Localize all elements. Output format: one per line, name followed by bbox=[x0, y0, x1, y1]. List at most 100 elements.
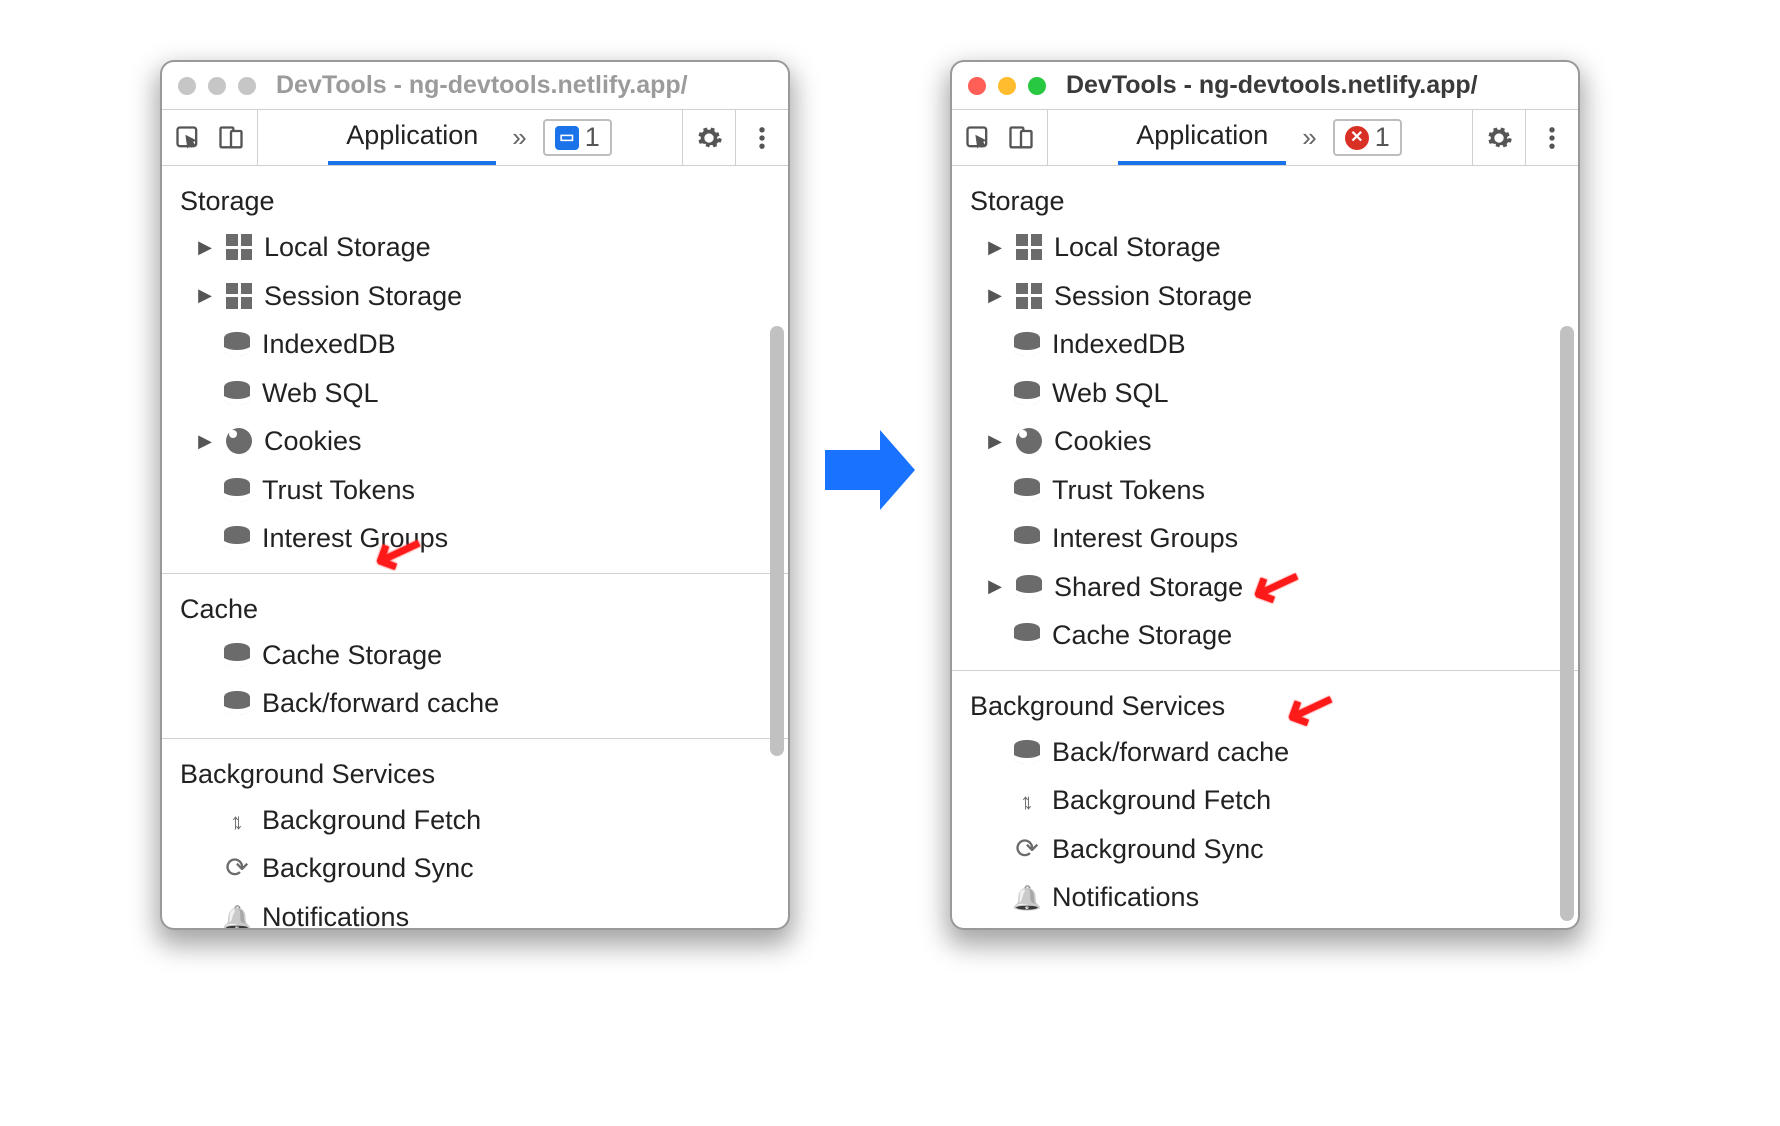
tree-item[interactable]: Notifications bbox=[162, 893, 788, 929]
section-header[interactable]: Background Services bbox=[162, 749, 788, 796]
tab-application[interactable]: Application bbox=[328, 110, 496, 165]
disclosure-triangle-icon[interactable]: ▶ bbox=[986, 234, 1004, 261]
cookie-icon bbox=[1016, 428, 1042, 454]
tree-item[interactable]: IndexedDB bbox=[162, 320, 788, 369]
tree-item[interactable]: Background Fetch bbox=[162, 796, 788, 845]
grid-icon bbox=[226, 283, 252, 309]
inspect-icon[interactable] bbox=[964, 124, 992, 152]
tree-item[interactable]: Web SQL bbox=[162, 369, 788, 418]
tree-item-label: Back/forward cache bbox=[1052, 732, 1289, 773]
sync-icon bbox=[225, 847, 248, 889]
tree-item-label: Session Storage bbox=[1054, 276, 1252, 317]
tree-item[interactable]: ▶Local Storage bbox=[952, 223, 1578, 272]
tree-item-label: Interest Groups bbox=[262, 518, 448, 559]
tree-item[interactable]: ▶ Local Storage bbox=[162, 223, 788, 272]
database-icon bbox=[1014, 526, 1040, 550]
tree-item[interactable]: Interest Groups bbox=[162, 514, 788, 563]
message-icon: ▭ bbox=[555, 126, 579, 150]
divider bbox=[162, 738, 788, 739]
traffic-lights[interactable] bbox=[968, 77, 1046, 95]
tree-item-label: Web SQL bbox=[1052, 373, 1169, 414]
tree-item[interactable]: ▶ Session Storage bbox=[952, 272, 1578, 321]
tree-item-label: Interest Groups bbox=[1052, 518, 1238, 559]
kebab-menu-icon[interactable] bbox=[748, 124, 776, 152]
messages-badge[interactable]: ▭ 1 bbox=[543, 119, 612, 156]
tree-item[interactable]: Background Sync bbox=[162, 844, 788, 893]
tree-item-label: Payment Handler bbox=[1052, 926, 1261, 929]
tree-item-label: IndexedDB bbox=[262, 324, 396, 365]
tree-item[interactable]: Cache Storage bbox=[162, 631, 788, 680]
application-tree[interactable]: Storage▶Local Storage▶Session StorageInd… bbox=[952, 166, 1578, 928]
tree-item-label: Background Sync bbox=[1052, 829, 1264, 870]
minimize-dot[interactable] bbox=[208, 77, 226, 95]
section-header[interactable]: Storage bbox=[162, 176, 788, 223]
scrollbar-thumb[interactable] bbox=[770, 326, 784, 756]
cookie-icon bbox=[226, 428, 252, 454]
section-header[interactable]: Storage bbox=[952, 176, 1578, 223]
tree-item-label: Trust Tokens bbox=[1052, 470, 1205, 511]
updown-arrows-icon bbox=[230, 800, 244, 841]
tree-item[interactable]: ▶Cookies bbox=[162, 417, 788, 466]
application-tree[interactable]: Storage ▶ Local Storage▶Session StorageInd… bbox=[162, 166, 788, 928]
tree-item-label: Cache Storage bbox=[1052, 615, 1232, 656]
tree-item[interactable]: Back/forward cache bbox=[162, 679, 788, 728]
tree-item[interactable]: Trust Tokens bbox=[162, 466, 788, 515]
tree-item[interactable]: Payment Handler bbox=[952, 922, 1578, 929]
close-dot[interactable] bbox=[178, 77, 196, 95]
tree-item-label: Shared Storage bbox=[1054, 567, 1243, 608]
tree-item[interactable]: IndexedDB bbox=[952, 320, 1578, 369]
disclosure-triangle-icon[interactable]: ▶ bbox=[986, 282, 1004, 309]
disclosure-triangle-icon[interactable]: ▶ bbox=[196, 428, 214, 455]
disclosure-triangle-icon[interactable]: ▶ bbox=[986, 428, 1004, 455]
inspect-icon[interactable] bbox=[174, 124, 202, 152]
tree-item-label: IndexedDB bbox=[1052, 324, 1186, 365]
tree-item[interactable]: Back/forward cache bbox=[952, 728, 1578, 777]
titlebar[interactable]: DevTools - ng-devtools.netlify.app/ bbox=[952, 62, 1578, 110]
tree-item[interactable]: ▶ Shared Storage bbox=[952, 563, 1578, 612]
minimize-dot[interactable] bbox=[998, 77, 1016, 95]
tree-item[interactable]: Background Fetch bbox=[952, 776, 1578, 825]
badge-count: 1 bbox=[585, 122, 600, 153]
tree-item[interactable]: Web SQL bbox=[952, 369, 1578, 418]
grid-icon bbox=[1016, 283, 1042, 309]
close-dot[interactable] bbox=[968, 77, 986, 95]
database-icon bbox=[1014, 623, 1040, 647]
tree-item[interactable]: ▶Cookies bbox=[952, 417, 1578, 466]
database-icon bbox=[224, 381, 250, 405]
section-header[interactable]: Cache bbox=[162, 584, 788, 631]
more-tabs-chevron-icon[interactable]: » bbox=[1302, 122, 1316, 153]
zoom-dot[interactable] bbox=[1028, 77, 1046, 95]
database-icon bbox=[1014, 740, 1040, 764]
section-header[interactable]: Background Services bbox=[952, 681, 1578, 728]
tree-item-label: Notifications bbox=[262, 897, 409, 929]
tree-item[interactable]: Background Sync bbox=[952, 825, 1578, 874]
settings-gear-icon[interactable] bbox=[1485, 124, 1513, 152]
tree-item[interactable]: Interest Groups bbox=[952, 514, 1578, 563]
settings-gear-icon[interactable] bbox=[695, 124, 723, 152]
tree-item-label: Background Sync bbox=[262, 848, 474, 889]
errors-badge[interactable]: ✕ 1 bbox=[1333, 119, 1402, 156]
devtools-window-after: DevTools - ng-devtools.netlify.app/ Appl… bbox=[950, 60, 1580, 930]
grid-icon bbox=[1016, 234, 1042, 260]
device-toggle-icon[interactable] bbox=[217, 124, 245, 152]
tree-item[interactable]: ▶Session Storage bbox=[162, 272, 788, 321]
tree-item-label: Trust Tokens bbox=[262, 470, 415, 511]
disclosure-triangle-icon[interactable]: ▶ bbox=[196, 282, 214, 309]
tree-item[interactable]: Notifications bbox=[952, 873, 1578, 922]
tree-item-label: Local Storage bbox=[264, 227, 431, 268]
tree-item[interactable]: Trust Tokens bbox=[952, 466, 1578, 515]
more-tabs-chevron-icon[interactable]: » bbox=[512, 122, 526, 153]
tree-item[interactable]: Cache Storage bbox=[952, 611, 1578, 660]
tab-application[interactable]: Application bbox=[1118, 110, 1286, 165]
disclosure-triangle-icon[interactable]: ▶ bbox=[986, 573, 1004, 600]
scrollbar-thumb[interactable] bbox=[1560, 326, 1574, 921]
tree-item-label: Background Fetch bbox=[1052, 780, 1271, 821]
kebab-menu-icon[interactable] bbox=[1538, 124, 1566, 152]
titlebar[interactable]: DevTools - ng-devtools.netlify.app/ bbox=[162, 62, 788, 110]
traffic-lights[interactable] bbox=[178, 77, 256, 95]
divider bbox=[952, 670, 1578, 671]
disclosure-triangle-icon[interactable]: ▶ bbox=[196, 234, 214, 261]
device-toggle-icon[interactable] bbox=[1007, 124, 1035, 152]
zoom-dot[interactable] bbox=[238, 77, 256, 95]
database-icon bbox=[1014, 381, 1040, 405]
